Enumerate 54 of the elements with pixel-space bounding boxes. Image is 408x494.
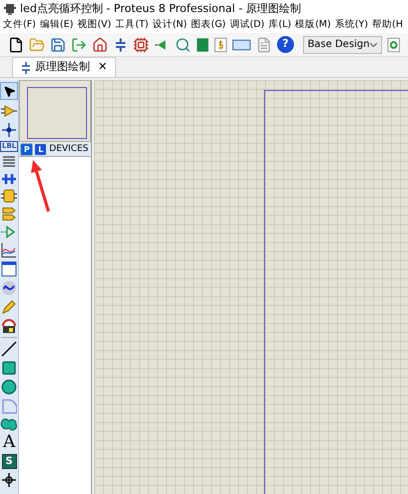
terminal-tool[interactable] [1,206,18,222]
menu-item[interactable]: 编辑(E) [40,18,74,33]
bus-tool[interactable] [1,172,18,186]
refresh-icon[interactable] [386,36,400,52]
script-tool[interactable] [1,155,18,169]
devices-header: DEVICES [49,142,90,156]
select-tool[interactable] [0,82,18,100]
chip-icon[interactable] [133,36,150,52]
marker-tool[interactable] [1,472,18,488]
menu-item[interactable]: 视图(V) [77,18,112,33]
tape-tool[interactable] [1,261,18,277]
schematic-icon [21,62,31,74]
menu-item[interactable]: 系统(Y) [334,18,368,33]
box-tool[interactable] [1,360,18,376]
symbol-tool[interactable]: S [2,454,17,469]
meter-tool[interactable] [1,318,18,334]
display-icon[interactable] [232,38,252,50]
menu-item[interactable]: 工具(T) [115,18,148,33]
selector-button[interactable]: L [35,144,46,155]
path-tool[interactable] [0,417,18,431]
probe-tool[interactable] [1,299,18,315]
schematic-tab[interactable]: 原理图绘制 ✕ [12,57,116,77]
home-icon[interactable] [92,36,108,52]
new-file-icon[interactable] [8,36,24,52]
subcircuit-tool[interactable] [1,189,18,203]
line-tool[interactable] [1,341,18,357]
help-button[interactable]: ? [277,36,294,53]
overview-panel[interactable] [19,80,92,142]
app-icon [4,3,16,15]
design-dropdown[interactable]: Base Design [302,36,382,54]
sheet-border [27,87,88,139]
junction-tool[interactable] [1,122,18,138]
menu-item[interactable]: 库(L) [268,18,292,33]
window-title: led点亮循环控制 - Proteus 8 Professional - 原理图绘制 [20,0,302,17]
dollar-icon[interactable] [214,36,228,52]
close-button[interactable]: ✕ [98,59,108,76]
menu-item[interactable]: 调试(D) [230,18,264,33]
graph-tool[interactable] [1,242,18,258]
pointer-icon [2,84,16,98]
text-tool[interactable]: A [2,434,16,451]
menu-item[interactable]: 文件(F) [3,18,36,33]
menu-item[interactable]: 设计(N) [152,18,187,33]
menu-item[interactable]: 帮助(H [372,18,403,33]
circle-tool[interactable] [1,379,18,395]
exit-icon[interactable] [71,36,87,52]
generator-tool[interactable] [1,280,18,296]
selector-button[interactable]: P [21,144,32,155]
chevron-down-icon [370,42,377,46]
save-icon[interactable] [50,36,66,52]
menu-item[interactable]: 模版(M) [295,18,331,33]
component-tool[interactable] [1,103,18,119]
schematic-icon[interactable] [113,36,128,52]
menu-item[interactable]: 图表(G) [190,18,226,33]
search-icon[interactable] [174,36,191,52]
